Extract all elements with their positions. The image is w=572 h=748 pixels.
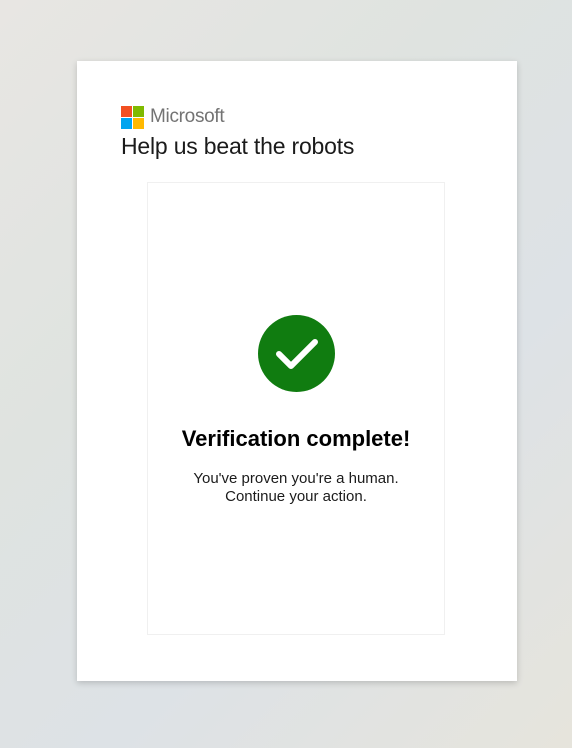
result-message-line1: You've proven you're a human. xyxy=(193,470,399,487)
brand: Microsoft xyxy=(121,105,225,129)
logo-square-yellow xyxy=(133,117,144,129)
success-badge xyxy=(258,315,335,392)
checkmark-icon xyxy=(276,339,318,369)
logo-square-green xyxy=(133,105,144,117)
result-message-line2: Continue your action. xyxy=(225,488,367,505)
challenge-frame: Verification complete! You've proven you… xyxy=(147,182,445,635)
verification-card: Microsoft Help us beat the robots Verifi… xyxy=(77,61,517,681)
logo-square-red xyxy=(121,105,132,117)
brand-name: Microsoft xyxy=(150,106,225,127)
page-title: Help us beat the robots xyxy=(121,133,355,159)
logo-square-blue xyxy=(121,117,132,129)
result-title: Verification complete! xyxy=(181,426,411,451)
microsoft-logo-icon xyxy=(121,105,144,129)
